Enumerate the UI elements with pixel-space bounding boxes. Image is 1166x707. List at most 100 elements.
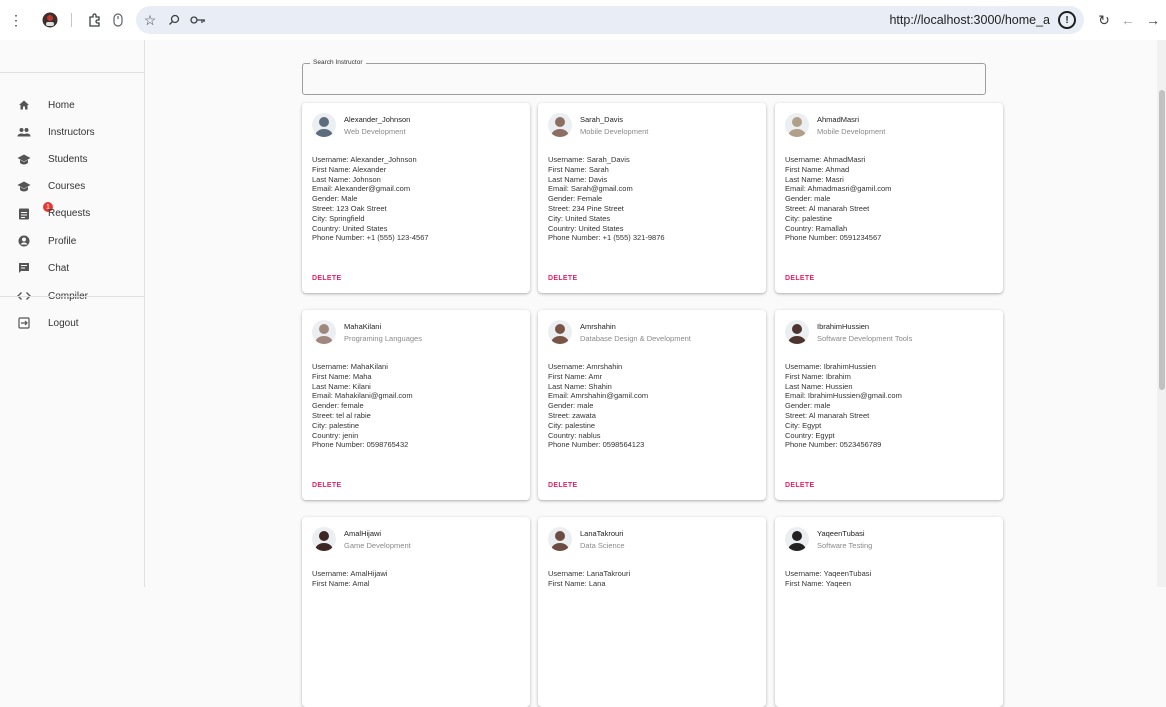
instructor-specialty: Software Testing: [817, 541, 873, 550]
assignment-icon: 1: [16, 202, 53, 221]
detail-line: Email: Amrshahin@gamil.com: [548, 391, 649, 401]
instructor-card: Sarah_Davis Mobile Development Username: S…: [538, 103, 766, 293]
detail-line: Last Name: Shahin: [548, 381, 612, 391]
group-icon: [16, 124, 32, 140]
detail-line: City: palestine: [785, 213, 833, 223]
detail-line: First Name: Alexander: [312, 164, 387, 174]
sidebar-divider: [0, 296, 145, 297]
detail-line: Country: Egypt: [785, 430, 835, 440]
instructor-card: LanaTakrouri Data Science Username: LanaTa…: [538, 517, 766, 707]
detail-line: Email: Alexander@gmail.com: [312, 184, 411, 194]
sidebar-item-profile[interactable]: Profile: [0, 228, 145, 254]
scrollbar-thumb[interactable]: [1159, 90, 1165, 390]
delete-button[interactable]: DELETE: [312, 482, 341, 489]
detail-line: Phone Number: 0598564123: [548, 440, 645, 450]
sidebar-item-courses[interactable]: Courses: [0, 173, 145, 199]
detail-line: Street: tel al rabie: [312, 410, 371, 420]
detail-line: Username: Alexander_Johnson: [312, 155, 417, 164]
site-info-icon[interactable]: !: [1058, 11, 1076, 29]
detail-line: First Name: Lana: [548, 578, 606, 588]
reload-icon[interactable]: ↻: [1094, 10, 1114, 30]
sidebar-item-instructors[interactable]: Instructors: [0, 119, 145, 145]
instructor-details: Username: Amrshahin First Name: Amr Last N…: [548, 362, 648, 450]
search-input[interactable]: Search Instructor: [302, 59, 986, 95]
search-icon[interactable]: [164, 10, 184, 30]
sidebar-item-logout[interactable]: Logout: [0, 310, 145, 336]
detail-line: Country: Ramallah: [785, 223, 848, 233]
instructor-name: AmalHijawi: [344, 529, 382, 538]
address-bar[interactable]: ☆ http://localhost:3000/home_a !: [136, 6, 1084, 34]
detail-line: City: palestine: [548, 420, 596, 430]
instructor-name: LanaTakrouri: [580, 529, 624, 538]
instructor-card: YaqeenTubasi Software Testing Username: Ya…: [775, 517, 1003, 707]
detail-line: Gender: male: [785, 401, 831, 411]
detail-line: First Name: Ibrahim: [785, 371, 851, 381]
instructor-details: Username: IbrahimHussien First Name: Ibra…: [785, 362, 902, 450]
school-icon: [16, 178, 32, 194]
sidebar-item-label: Logout: [48, 317, 79, 329]
detail-line: City: Egypt: [785, 420, 822, 430]
sidebar-item-label: Courses: [48, 180, 86, 192]
delete-button[interactable]: DELETE: [785, 275, 814, 282]
detail-line: First Name: Yaqeen: [785, 578, 852, 588]
detail-line: Gender: male: [548, 401, 594, 411]
instructor-card: AhmadMasri Mobile Development Username: Ah…: [775, 103, 1003, 293]
detail-line: Gender: male: [785, 194, 831, 204]
detail-line: First Name: Amal: [312, 578, 370, 588]
delete-button[interactable]: DELETE: [312, 275, 341, 282]
detail-line: Street: zawata: [548, 410, 596, 420]
sidebar-item-label: Profile: [48, 235, 77, 247]
sidebar-item-label: Home: [48, 99, 75, 111]
detail-line: City: palestine: [312, 420, 360, 430]
detail-line: Gender: Male: [312, 194, 358, 204]
sidebar-item-home[interactable]: Home: [0, 92, 145, 118]
instructor-name: MahaKilani: [344, 322, 382, 331]
sidebar: Home Instructors Students Courses 1 Requests P…: [0, 40, 145, 587]
delete-button[interactable]: DELETE: [548, 482, 577, 489]
forward-arrow-icon[interactable]: →: [1143, 10, 1163, 30]
bookmark-star-icon[interactable]: ☆: [140, 10, 160, 30]
search-label: Search Instructor: [310, 59, 366, 66]
instructor-details: Username: MahaKilani First Name: Maha Last…: [312, 362, 413, 450]
avatar: [548, 320, 572, 344]
back-arrow-icon[interactable]: ←: [1118, 10, 1138, 30]
instructor-name: Alexander_Johnson: [344, 115, 411, 124]
detail-line: Last Name: Hussien: [785, 381, 853, 391]
instructor-specialty: Data Science: [580, 541, 625, 550]
url-text[interactable]: http://localhost:3000/home_a: [889, 13, 1050, 27]
mouse-icon[interactable]: [108, 10, 128, 30]
detail-line: Last Name: Masri: [785, 174, 844, 184]
instructor-specialty: Database Design & Development: [580, 334, 691, 343]
detail-line: City: United States: [548, 213, 611, 223]
detail-line: Username: AhmadMasri: [785, 155, 866, 164]
delete-button[interactable]: DELETE: [548, 275, 577, 282]
instructor-name: Amrshahin: [580, 322, 616, 331]
detail-line: Username: Sarah_Davis: [548, 155, 630, 164]
extensions-icon[interactable]: [85, 10, 105, 30]
detail-line: Email: Mahakilani@gmail.com: [312, 391, 413, 401]
sidebar-item-requests[interactable]: 1 Requests: [0, 200, 145, 226]
detail-line: Country: nablus: [548, 430, 601, 440]
home-icon: [16, 97, 32, 113]
sidebar-item-chat[interactable]: Chat: [0, 255, 145, 281]
detail-line: Phone Number: 0598765432: [312, 440, 409, 450]
detail-line: Street: Al manarah Street: [785, 410, 870, 420]
instructor-specialty: Mobile Development: [817, 127, 886, 136]
delete-button[interactable]: DELETE: [785, 482, 814, 489]
detail-line: Email: Ahmadmasri@gamil.com: [785, 184, 892, 194]
chat-icon: [16, 260, 32, 276]
key-icon[interactable]: [188, 10, 208, 30]
instructor-card: Alexander_Johnson Web Development Username…: [302, 103, 530, 293]
avatar: [548, 113, 572, 137]
detail-line: Country: jenin: [312, 430, 359, 440]
detail-line: City: Springfield: [312, 213, 365, 223]
detail-line: Username: Amrshahin: [548, 362, 623, 371]
profile-avatar-icon[interactable]: [40, 10, 60, 30]
school-icon: [16, 151, 32, 167]
sidebar-item-students[interactable]: Students: [0, 146, 145, 172]
more-menu-icon[interactable]: ⋮: [6, 10, 26, 30]
detail-line: Username: AmalHijawi: [312, 569, 388, 578]
detail-line: Last Name: Davis: [548, 174, 608, 184]
detail-line: First Name: Amr: [548, 371, 603, 381]
detail-line: Street: Al manarah Street: [785, 203, 870, 213]
